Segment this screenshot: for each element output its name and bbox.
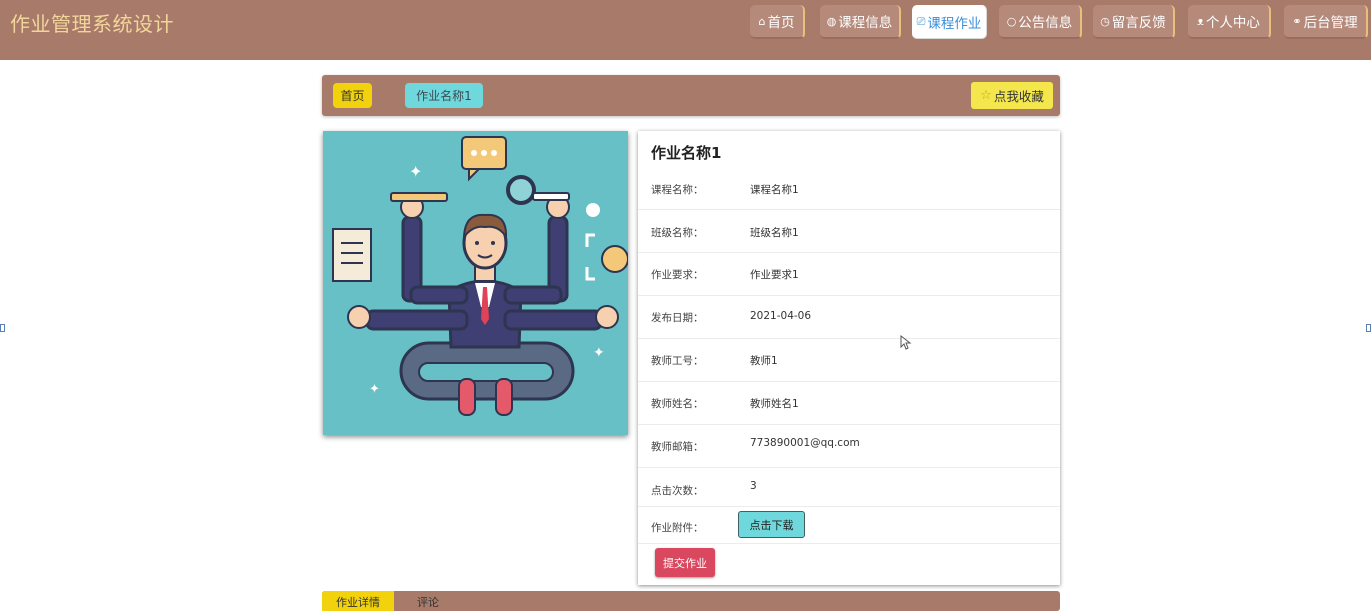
detail-row: 课程名称： 课程名称1 bbox=[638, 167, 1060, 210]
breadcrumb-current[interactable]: 作业名称1 bbox=[405, 83, 483, 108]
nav-label: 个人中心 bbox=[1205, 15, 1260, 31]
site-title: 作业管理系统设计 bbox=[10, 12, 174, 36]
detail-tabs: 作业详情 评论 bbox=[322, 591, 1060, 611]
submit-homework-button[interactable]: 提交作业 bbox=[655, 548, 715, 577]
breadcrumb-home[interactable]: 首页 bbox=[333, 83, 372, 108]
detail-row: 教师邮箱： 773890001@qq.com bbox=[638, 425, 1060, 468]
attachment-label: 作业附件： bbox=[651, 522, 704, 534]
field-label: 教师工号： bbox=[651, 355, 704, 367]
link-icon: ⚭ bbox=[1292, 14, 1302, 28]
download-button[interactable]: 点击下载 bbox=[738, 511, 805, 538]
nav-home[interactable]: ⌂ 首页 bbox=[750, 5, 805, 39]
clock-icon: ◷ bbox=[1100, 14, 1110, 28]
resize-handle-left[interactable] bbox=[0, 324, 5, 332]
nav-label: 留言反馈 bbox=[1111, 15, 1166, 31]
nav-label: 课程信息 bbox=[838, 15, 893, 31]
field-label: 班级名称： bbox=[651, 227, 704, 239]
favorite-button[interactable]: ☆ 点我收藏 bbox=[971, 82, 1053, 109]
field-value: 教师1 bbox=[750, 355, 778, 367]
homework-image: ✦ ✦ ✦ bbox=[323, 131, 628, 435]
detail-row: 班级名称： 班级名称1 bbox=[638, 210, 1060, 253]
field-value: 课程名称1 bbox=[750, 184, 799, 196]
tab-homework-detail[interactable]: 作业详情 bbox=[322, 591, 394, 611]
user-icon: ᴥ bbox=[1197, 14, 1204, 28]
detail-row: 发布日期： 2021-04-06 bbox=[638, 296, 1060, 339]
favorite-label: 点我收藏 bbox=[993, 89, 1044, 104]
detail-row: 作业附件： bbox=[638, 507, 1060, 544]
book-icon: ⎚ bbox=[916, 14, 926, 28]
field-label: 点击次数： bbox=[651, 485, 704, 497]
svg-text:✦: ✦ bbox=[369, 382, 380, 397]
tab-comments[interactable]: 评论 bbox=[417, 591, 439, 615]
nav-course-homework[interactable]: ⎚ 课程作业 bbox=[912, 5, 987, 39]
breadcrumb: 首页 作业名称1 ☆ 点我收藏 bbox=[322, 75, 1060, 116]
nav-user-center[interactable]: ᴥ 个人中心 bbox=[1188, 5, 1271, 39]
field-label: 作业要求： bbox=[651, 269, 704, 281]
nav-label: 首页 bbox=[767, 15, 795, 31]
field-value: 班级名称1 bbox=[750, 227, 799, 239]
field-value: 作业要求1 bbox=[750, 269, 799, 281]
star-icon: ☆ bbox=[980, 88, 992, 103]
field-label: 课程名称： bbox=[651, 184, 704, 196]
homework-detail-panel: 作业名称1 课程名称： 课程名称1 班级名称： 班级名称1 作业要求： 作业要求… bbox=[638, 131, 1060, 585]
detail-row: 教师姓名： 教师姓名1 bbox=[638, 382, 1060, 425]
nav-label: 公告信息 bbox=[1018, 15, 1073, 31]
chat-icon: ○ bbox=[1006, 14, 1017, 28]
field-value: 教师姓名1 bbox=[750, 398, 799, 410]
nav-announcements[interactable]: ○ 公告信息 bbox=[999, 5, 1082, 39]
field-value: 773890001@qq.com bbox=[750, 437, 860, 449]
detail-row: 作业要求： 作业要求1 bbox=[638, 253, 1060, 296]
top-header: 作业管理系统设计 ⌂ 首页 ◍ 课程信息 ⎚ 课程作业 ○ 公告信息 ◷ 留言反馈 ᴥ 个人… bbox=[0, 0, 1371, 60]
multitasking-man-illustration: ✦ ✦ ✦ bbox=[332, 136, 628, 416]
field-value: 3 bbox=[750, 480, 757, 492]
resize-handle-right[interactable] bbox=[1366, 324, 1371, 332]
nav-feedback[interactable]: ◷ 留言反馈 bbox=[1093, 5, 1175, 39]
field-label: 发布日期： bbox=[651, 312, 704, 324]
detail-row: 点击次数： 3 bbox=[638, 468, 1060, 507]
field-label: 教师姓名： bbox=[651, 398, 704, 410]
globe-icon: ◍ bbox=[826, 14, 837, 28]
homework-title: 作业名称1 bbox=[651, 144, 722, 162]
nav-label: 课程作业 bbox=[927, 15, 982, 32]
nav-admin[interactable]: ⚭ 后台管理 bbox=[1284, 5, 1368, 39]
nav-course-info[interactable]: ◍ 课程信息 bbox=[820, 5, 901, 39]
svg-text:✦: ✦ bbox=[409, 162, 422, 181]
home-icon: ⌂ bbox=[758, 14, 766, 28]
field-value: 2021-04-06 bbox=[750, 310, 812, 322]
detail-row: 教师工号： 教师1 bbox=[638, 339, 1060, 382]
svg-text:✦: ✦ bbox=[593, 345, 605, 361]
nav-label: 后台管理 bbox=[1303, 15, 1358, 31]
field-label: 教师邮箱： bbox=[651, 441, 704, 453]
mouse-cursor-icon bbox=[900, 335, 912, 350]
